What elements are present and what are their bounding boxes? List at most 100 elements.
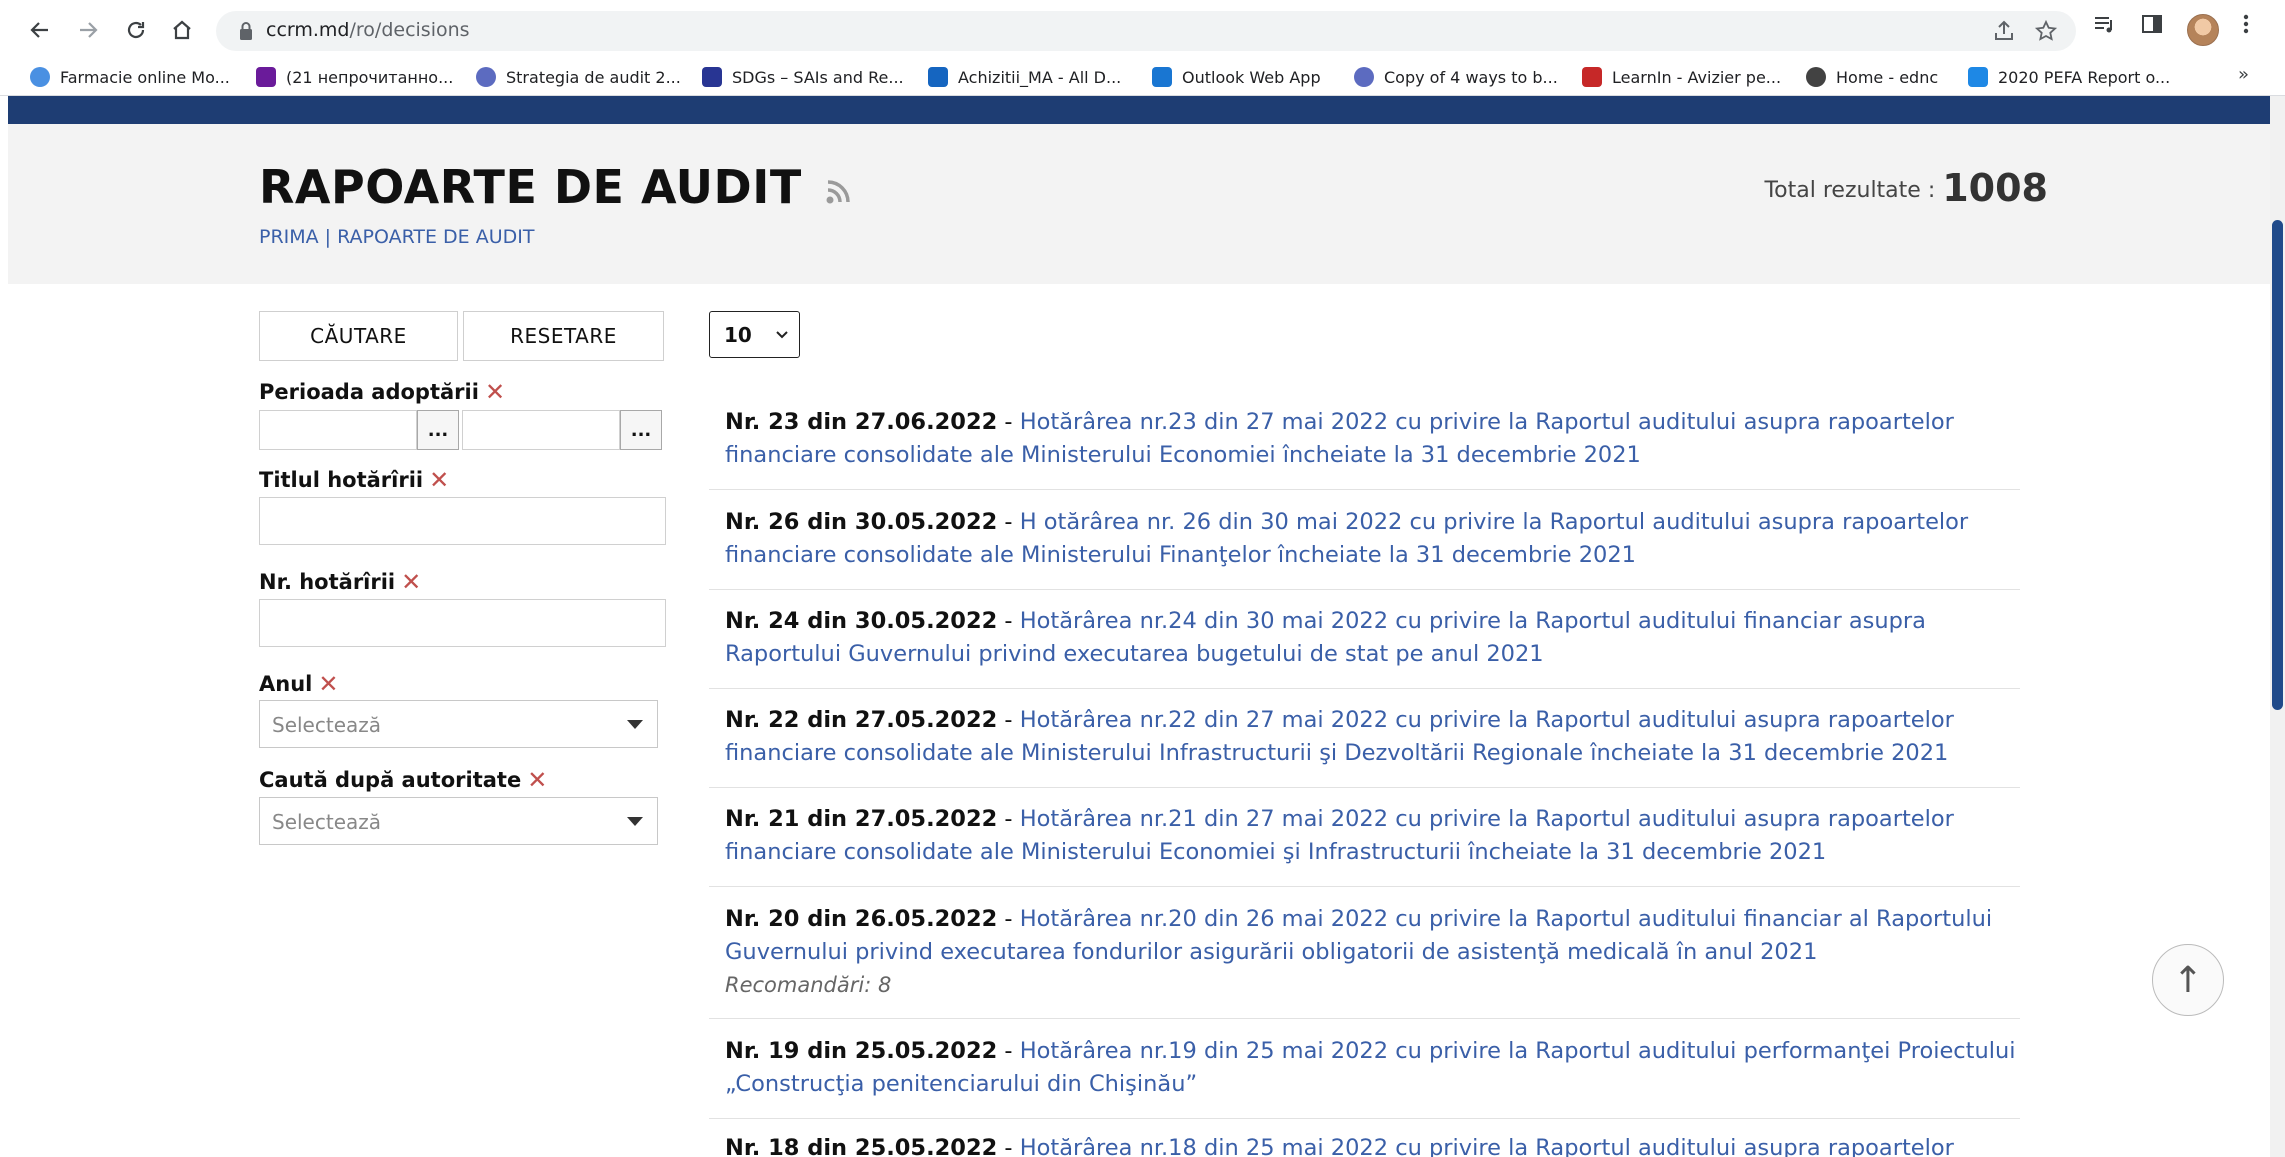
bookmark-item[interactable]: Achizitii_MA - All D... (928, 64, 1121, 90)
dropdown-caret-icon (627, 817, 643, 826)
result-item: Nr. 20 din 26.05.2022 - Hotărârea nr.20 … (709, 903, 2020, 1019)
scroll-to-top-button[interactable]: ↑ (2152, 944, 2224, 1016)
total-results-label: Total rezultate : (1764, 178, 1936, 203)
bookmark-item[interactable]: Outlook Web App (1152, 64, 1321, 90)
bookmark-favicon (1582, 67, 1602, 87)
recommendations-count: Recomandări: 8 (725, 973, 892, 997)
decision-number-input[interactable] (259, 599, 666, 647)
scrollbar-thumb[interactable] (2272, 220, 2283, 710)
bookmark-item[interactable]: Farmacie online Mo... (30, 64, 230, 90)
breadcrumb-home-link[interactable]: PRIMA (259, 226, 319, 248)
forward-icon[interactable] (70, 12, 106, 48)
arrow-up-icon: ↑ (2172, 959, 2204, 1001)
reset-button[interactable]: RESETARE (463, 311, 664, 361)
year-select-value: Selectează (272, 713, 382, 737)
result-number: Nr. 26 din 30.05.2022 (725, 509, 998, 535)
year-select[interactable]: Selectează (259, 700, 658, 748)
result-item: Nr. 24 din 30.05.2022 - Hotărârea nr.24 … (709, 605, 2020, 689)
bookmark-item[interactable]: Copy of 4 ways to b... (1354, 64, 1558, 90)
authority-select-value: Selectează (272, 810, 382, 834)
result-item: Nr. 22 din 27.05.2022 - Hotărârea nr.22 … (709, 704, 2020, 788)
per-page-value: 10 (724, 323, 752, 347)
globe-icon (1806, 67, 1826, 87)
chevron-down-icon (775, 325, 789, 344)
result-separator: - (997, 1038, 1020, 1064)
result-item: Nr. 21 din 27.05.2022 - Hotărârea nr.21 … (709, 803, 2020, 887)
authority-filter-label: Caută după autoritate ✕ (259, 766, 547, 794)
bookmark-favicon (702, 67, 722, 87)
reading-list-icon[interactable] (2092, 12, 2118, 42)
bookmark-favicon (1354, 67, 1374, 87)
site-navigation-bar (8, 96, 2270, 124)
side-panel-icon[interactable] (2140, 12, 2164, 42)
search-button[interactable]: CĂUTARE (259, 311, 458, 361)
year-label-text: Anul (259, 672, 313, 696)
period-from-picker-button[interactable]: ... (417, 410, 459, 450)
result-link[interactable]: Hotărârea nr.18 din 25 mai 2022 cu privi… (1020, 1135, 1954, 1157)
url-text: ccrm.md/ro/decisions (266, 19, 470, 41)
share-icon[interactable] (1992, 19, 2016, 49)
period-from-input[interactable] (259, 410, 417, 450)
more-menu-icon[interactable] (2240, 12, 2252, 42)
bookmark-item[interactable]: Home - ednc (1806, 64, 1938, 90)
result-number: Nr. 22 din 27.05.2022 (725, 707, 998, 733)
authority-label-text: Caută după autoritate (259, 768, 522, 792)
result-item: Nr. 19 din 25.05.2022 - Hotărârea nr.19 … (709, 1035, 2020, 1119)
breadcrumb-separator: | (324, 226, 332, 248)
period-to-input[interactable] (462, 410, 620, 450)
result-number: Nr. 21 din 27.05.2022 (725, 806, 998, 832)
total-results-count: 1008 (1942, 166, 2048, 210)
clear-title-icon[interactable]: ✕ (429, 466, 449, 494)
reload-icon[interactable] (118, 12, 154, 48)
clear-year-icon[interactable]: ✕ (318, 670, 338, 698)
result-number: Nr. 20 din 26.05.2022 (725, 906, 998, 932)
per-page-select[interactable]: 10 (709, 311, 800, 358)
bookmark-item[interactable]: LearnIn - Avizier pe... (1582, 64, 1781, 90)
period-to-picker-button[interactable]: ... (620, 410, 662, 450)
title-filter-label: Titlul hotărîrii ✕ (259, 466, 449, 494)
result-number: Nr. 19 din 25.05.2022 (725, 1038, 998, 1064)
result-separator: - (997, 509, 1020, 535)
number-filter-label: Nr. hotărîrii ✕ (259, 568, 421, 596)
mail-icon (256, 67, 276, 87)
result-number: Nr. 24 din 30.05.2022 (725, 608, 998, 634)
page-title: RAPOARTE DE AUDIT (259, 160, 802, 214)
bookmark-item[interactable]: SDGs – SAIs and Re... (702, 64, 904, 90)
result-separator: - (997, 707, 1020, 733)
profile-avatar[interactable] (2187, 14, 2219, 46)
result-item: Nr. 23 din 27.06.2022 - Hotărârea nr.23 … (709, 406, 2020, 490)
sharepoint-icon (928, 67, 948, 87)
breadcrumb: PRIMA | RAPOARTE DE AUDIT (259, 226, 534, 248)
number-label-text: Nr. hotărîrii (259, 570, 396, 594)
year-filter-label: Anul ✕ (259, 670, 338, 698)
period-filter-label: Perioada adoptării ✕ (259, 378, 505, 406)
result-item: Nr. 18 din 25.05.2022 - Hotărârea nr.18 … (709, 1132, 2020, 1157)
home-icon[interactable] (164, 12, 200, 48)
outlook-icon (1152, 67, 1172, 87)
bookmark-item[interactable]: (21 непрочитанно... (256, 64, 453, 90)
browser-toolbar: ccrm.md/ro/decisions (0, 0, 2285, 62)
bookmark-item[interactable]: 2020 PEFA Report o... (1968, 64, 2170, 90)
bookmark-item[interactable]: Strategia de audit 2... (476, 64, 681, 90)
more-bookmarks-icon[interactable]: » (2238, 64, 2249, 85)
clear-number-icon[interactable]: ✕ (401, 568, 421, 596)
result-separator: - (997, 608, 1020, 634)
result-number: Nr. 18 din 25.05.2022 (725, 1135, 998, 1157)
bookmark-favicon (30, 67, 50, 87)
total-results: Total rezultate : 1008 (1764, 166, 2048, 210)
result-item: Nr. 26 din 30.05.2022 - H otărârea nr. 2… (709, 506, 2020, 590)
rss-icon[interactable] (824, 176, 854, 206)
clear-period-icon[interactable]: ✕ (485, 378, 505, 406)
breadcrumb-current[interactable]: RAPOARTE DE AUDIT (337, 226, 534, 248)
period-label-text: Perioada adoptării (259, 380, 479, 404)
bookmark-favicon (476, 67, 496, 87)
result-separator: - (997, 906, 1020, 932)
title-label-text: Titlul hotărîrii (259, 468, 424, 492)
back-icon[interactable] (22, 12, 58, 48)
decision-title-input[interactable] (259, 497, 666, 545)
authority-select[interactable]: Selectează (259, 797, 658, 845)
clear-authority-icon[interactable]: ✕ (527, 766, 547, 794)
dropdown-caret-icon (627, 720, 643, 729)
address-bar[interactable]: ccrm.md/ro/decisions (216, 11, 2076, 51)
bookmark-star-icon[interactable] (2034, 19, 2058, 49)
